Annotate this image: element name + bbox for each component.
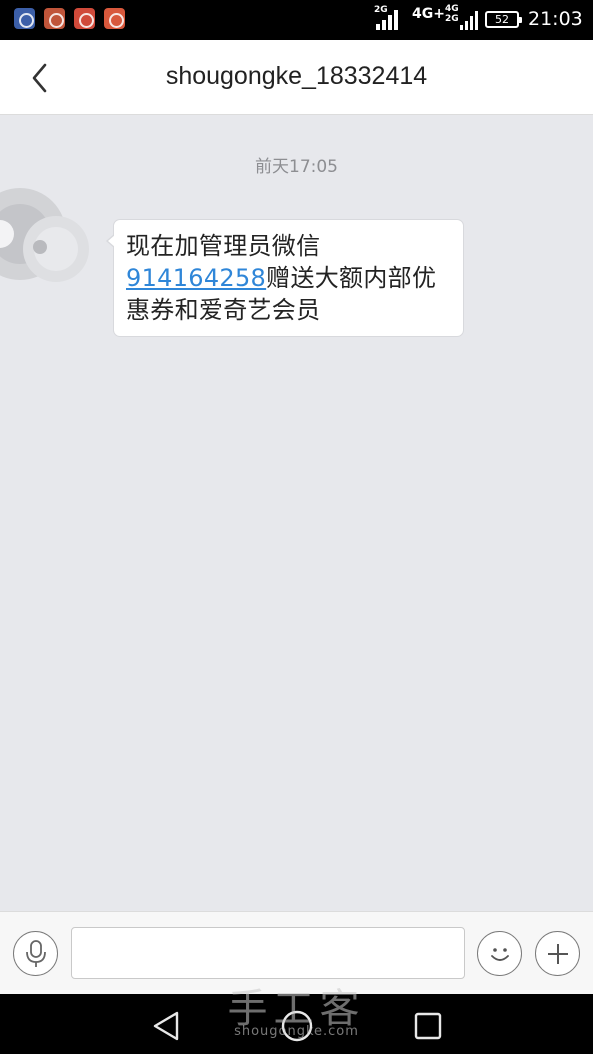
battery-icon: 52 [485,11,522,28]
sim2-sub-top-label: 4G [445,4,459,14]
system-nav-bar [0,994,593,1054]
conversation-header: shougongke_18332414 [0,40,593,115]
sim2-sub-bottom-label: 2G [445,14,459,24]
message-text-before: 现在加管理员微信 [126,232,321,260]
sim2-signal-icon: 4G 2G [445,4,478,30]
microphone-icon [25,939,46,967]
voice-button[interactable] [13,931,58,976]
status-time: 21:03 [528,8,583,30]
page-title: shougongke_18332414 [165,62,428,90]
sim1-signal-icon: 2G [374,5,398,30]
status-bar: 2G 4G+ 4G 2G 52 21:03 [0,0,593,40]
message-input[interactable] [71,927,465,979]
sim1-network-label: 2G [374,5,388,15]
emoji-button[interactable] [477,931,522,976]
app-icon-orange [44,8,65,29]
avatar[interactable] [0,187,93,283]
notification-icons [14,8,125,29]
nav-home-button[interactable] [279,1008,315,1044]
circle-home-icon [281,1010,313,1042]
sim2-network-label: 4G+ [412,6,445,22]
nav-back-button[interactable] [148,1008,184,1044]
app-icon-shield [104,8,125,29]
square-recents-icon [414,1012,442,1040]
nav-recents-button[interactable] [410,1008,446,1044]
add-button[interactable] [535,931,580,976]
message-list[interactable]: 前天17:05 现在加管理员微信 914164258赠送大额内部优惠券和爱奇艺会员 [0,115,593,911]
plus-icon [547,943,568,964]
message-bubble[interactable]: 现在加管理员微信 914164258赠送大额内部优惠券和爱奇艺会员 [106,219,464,337]
app-icon-blue [14,8,35,29]
app-icon-red [74,8,95,29]
message-timestamp: 前天17:05 [255,157,338,177]
triangle-back-icon [153,1011,179,1041]
smiley-icon [490,947,509,961]
message-link[interactable]: 914164258 [126,264,266,292]
input-bar [0,911,593,994]
